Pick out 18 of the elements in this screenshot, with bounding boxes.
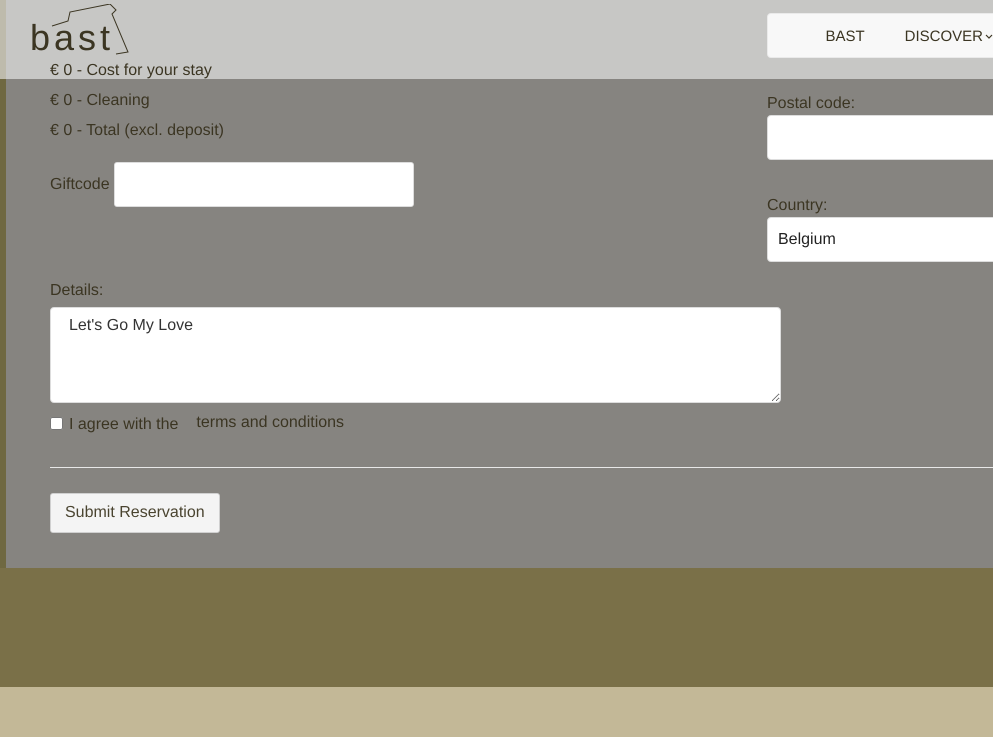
text-input[interactable] <box>767 13 993 58</box>
details-textarea[interactable]: Let's Go My Love <box>50 307 781 403</box>
price-line: € 0 - Total (excl. deposit) <box>50 121 224 141</box>
text-input[interactable] <box>767 115 993 160</box>
country-select[interactable]: Belgium <box>767 217 993 262</box>
field-label: Postal code: <box>767 94 856 110</box>
nav-link[interactable]: BAST <box>825 26 865 48</box>
submit-reservation-button[interactable]: Submit Reservation <box>50 493 220 533</box>
giftcode-input[interactable] <box>114 162 414 207</box>
agree-checkbox[interactable] <box>50 416 63 430</box>
field-label: Country: <box>767 196 828 212</box>
price-line: € 0 - Cost for your stay <box>50 61 212 81</box>
price-line: € 0 - Cleaning <box>50 91 150 111</box>
agree-label: I agree with the <box>69 415 178 435</box>
giftcode-label: Giftcode <box>50 174 110 194</box>
details-label: Details: <box>50 281 104 301</box>
nav-link[interactable]: DISCOVER <box>904 26 993 48</box>
bast-logo[interactable]: bast <box>30 4 134 56</box>
